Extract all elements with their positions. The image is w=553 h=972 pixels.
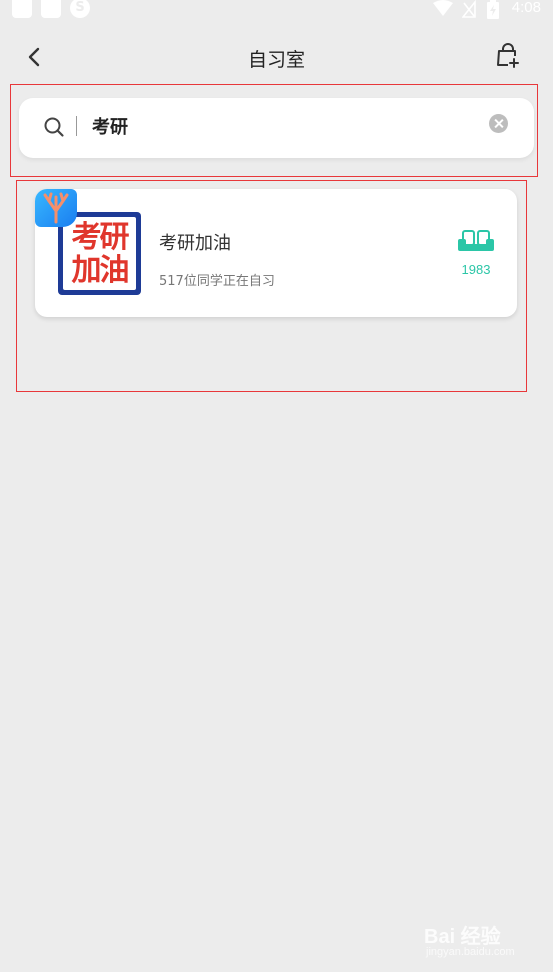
notification-square-icon	[12, 0, 32, 18]
app-notification-icon: S	[70, 0, 90, 18]
search-icon	[44, 117, 64, 137]
watermark-subtext: jingyan.baidu.com	[426, 946, 515, 958]
thumbnail-text-line2: 加油	[71, 253, 130, 288]
clock: 4:08	[511, 0, 541, 16]
page-title: 自习室	[247, 49, 305, 71]
room-name: 考研加油	[159, 233, 231, 254]
room-status: 517位同学正在自习	[159, 274, 275, 289]
search-input[interactable]: 考研	[92, 113, 128, 139]
seat-icon	[458, 230, 494, 251]
watermark-text: Bai 经验	[424, 926, 501, 948]
thumbnail-text-line1: 考研	[71, 220, 130, 255]
seat-count: 1983	[461, 262, 491, 277]
status-bar: S 4:08	[0, 0, 553, 24]
study-room-card[interactable]: 考研 加油 考研加油 517位同学正在自习 1983	[35, 189, 517, 317]
top-nav-bar: 自习室	[0, 36, 553, 78]
notification-square-icon	[41, 0, 61, 18]
bag-add-icon[interactable]	[494, 42, 522, 70]
wifi-icon	[433, 0, 453, 16]
clear-circle-icon[interactable]	[489, 114, 508, 133]
no-signal-icon	[462, 0, 476, 18]
battery-charging-icon	[487, 0, 499, 19]
search-divider	[76, 116, 77, 136]
coral-badge-icon	[35, 189, 77, 227]
search-bar[interactable]: 考研	[19, 98, 534, 158]
